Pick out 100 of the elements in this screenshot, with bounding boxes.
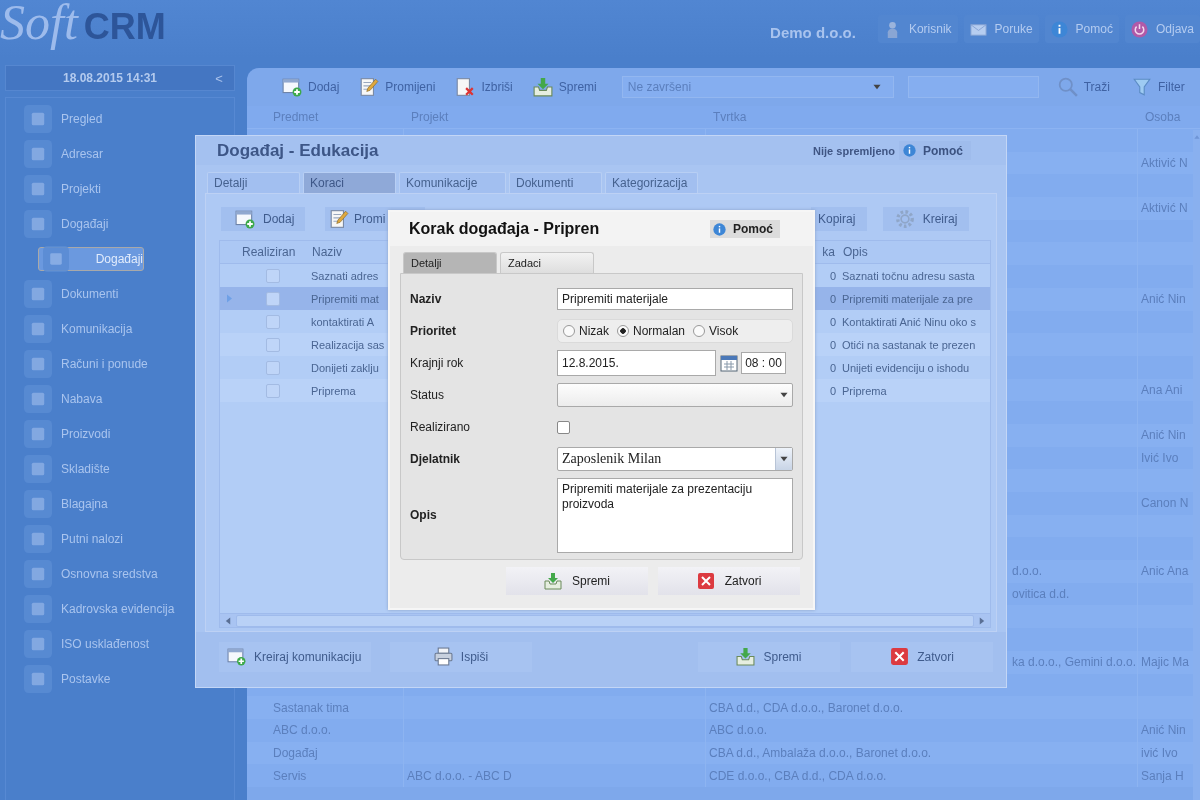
tab[interactable]: Komunikacije — [399, 172, 506, 193]
row-pointer-icon — [224, 294, 234, 303]
app-tile-icon — [24, 419, 52, 448]
field-label: Realizirano — [410, 420, 472, 434]
scrollbar[interactable] — [1193, 130, 1200, 800]
date-field[interactable]: 12.8.2015. — [557, 350, 716, 376]
footer-button[interactable]: Spremi — [698, 641, 840, 672]
gear-icon — [894, 209, 915, 229]
toolbar-button[interactable]: Dodaj — [221, 207, 305, 231]
header-button[interactable]: Pomoć — [1044, 15, 1119, 43]
header-button[interactable]: Odjava — [1124, 15, 1200, 43]
tab[interactable]: Zadaci — [500, 252, 594, 273]
toolbar-button[interactable]: Filter — [1128, 74, 1188, 100]
toolbar-button[interactable]: Kreiraj — [883, 207, 969, 231]
table-cell-text: Otići na sastanak te prezen — [841, 338, 977, 351]
up-arrow-icon — [1193, 134, 1200, 140]
app-tile-icon — [24, 664, 52, 693]
text-area[interactable]: Pripremiti materijale za prezentaciju proizvoda — [557, 477, 793, 553]
column-header[interactable]: Realiziran — [238, 245, 308, 259]
tray-arrow-icon — [736, 647, 756, 666]
tab[interactable]: Kategorizacija — [605, 172, 698, 193]
field-label: Opis — [410, 508, 438, 522]
app-tile-icon — [24, 314, 52, 343]
logo-text: CRM — [83, 9, 166, 45]
column-header[interactable]: Opis — [839, 245, 990, 259]
caret-icon — [780, 455, 788, 463]
checkbox[interactable] — [266, 314, 280, 329]
checkbox[interactable] — [266, 337, 280, 352]
date-time: 18.08.2015 14:31 — [61, 71, 159, 85]
dialog-button[interactable]: Zatvori — [658, 567, 800, 595]
company-name: Demo d.o.o. — [770, 23, 856, 41]
nav-item[interactable]: Putni nalozi — [6, 521, 234, 556]
app-tile-icon — [24, 454, 52, 483]
select-field[interactable] — [557, 383, 793, 407]
scrollbar[interactable] — [219, 614, 991, 628]
header-button[interactable]: Poruke — [963, 15, 1039, 43]
table-cell-text: Donijeti zaklju — [310, 361, 380, 374]
tab[interactable]: Detalji — [403, 252, 497, 273]
checkbox[interactable] — [266, 291, 280, 306]
toolbar-button[interactable]: Spremi — [529, 74, 600, 100]
table-cell-text: Saznati adres — [310, 269, 380, 282]
nav-item[interactable]: Blagajna — [6, 486, 234, 521]
input-field[interactable]: Pripremiti materijale — [557, 288, 793, 310]
toolbar-button[interactable]: Dodaj — [279, 74, 343, 100]
radio-option[interactable]: Visok — [693, 324, 739, 338]
nav-item[interactable]: Pregled — [6, 101, 234, 136]
toolbar-button[interactable]: Izbriši — [452, 74, 516, 100]
footer-button[interactable]: Kreiraj komunikaciju — [219, 641, 371, 672]
app-tile-icon — [24, 174, 52, 203]
toolbar-button[interactable]: Kopiraj — [811, 207, 867, 231]
nav-item[interactable]: Skladište — [6, 451, 234, 486]
radio-option[interactable]: Normalan — [617, 324, 686, 338]
app-tile-icon — [24, 139, 52, 168]
power-icon — [1130, 20, 1148, 38]
nav-item[interactable]: Računi i ponude — [6, 346, 234, 381]
nav-item[interactable]: Komunikacija — [6, 311, 234, 346]
column-header[interactable]: Naziv — [308, 245, 389, 259]
nav-item[interactable]: Dokumenti — [6, 276, 234, 311]
toolbar-button[interactable]: Promijeni — [356, 74, 439, 100]
app-tile-icon — [24, 349, 52, 378]
app-tile-icon — [24, 594, 52, 623]
nav-item[interactable]: Proizvodi — [6, 416, 234, 451]
checkbox[interactable] — [266, 383, 280, 398]
app-tile-icon — [24, 489, 52, 518]
page-cross-icon — [455, 77, 476, 97]
time-field[interactable]: 08 : 00 — [741, 352, 786, 374]
close-icon — [890, 647, 910, 666]
tab[interactable]: Koraci — [303, 172, 396, 193]
app-tile-icon — [24, 559, 52, 588]
tab[interactable]: Detalji — [207, 172, 300, 193]
collapse-button[interactable]: < — [204, 69, 234, 87]
note-pencil-icon — [359, 77, 380, 97]
tray-arrow-icon — [532, 77, 553, 97]
nav-item[interactable]: Nabava — [6, 381, 234, 416]
field-label: Status — [410, 388, 446, 402]
window-plus-icon — [227, 647, 246, 666]
toolbar-button[interactable]: Traži — [1054, 74, 1113, 100]
footer-button[interactable]: Ispiši — [390, 641, 532, 672]
nav-item[interactable]: Kadrovska evidencija — [6, 591, 234, 626]
app-tile-icon — [24, 384, 52, 413]
nav-item[interactable]: Osnovna sredstva — [6, 556, 234, 591]
column-header[interactable]: ka — [816, 245, 839, 259]
window-plus-icon — [282, 77, 302, 97]
table-cell-text: 0 — [828, 315, 837, 328]
dialog-button[interactable]: Spremi — [506, 567, 648, 595]
footer-button[interactable]: Zatvori — [851, 641, 993, 672]
table-cell-text: 0 — [828, 384, 837, 397]
checkbox[interactable] — [266, 360, 280, 375]
select-field[interactable]: Zaposlenik Milan — [557, 447, 793, 471]
help-button[interactable]: Pomoć — [899, 141, 971, 160]
help-button[interactable]: Pomoć — [710, 220, 780, 238]
header-button[interactable]: Korisnik — [877, 15, 958, 43]
tab[interactable]: Dokumenti — [509, 172, 602, 193]
radio-option[interactable]: Nizak — [563, 324, 609, 338]
checkbox[interactable] — [557, 420, 570, 434]
checkbox[interactable] — [266, 268, 280, 283]
table-cell-text: kontaktirati A — [310, 315, 375, 328]
nav-item[interactable]: Događaji — [38, 246, 144, 271]
funnel-icon — [1131, 77, 1152, 97]
table-cell-text: 0 — [828, 292, 837, 305]
